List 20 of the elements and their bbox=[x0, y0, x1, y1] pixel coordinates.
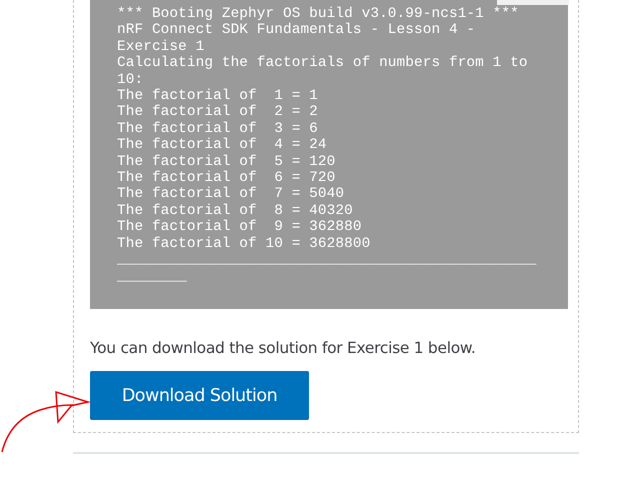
terminal-line: The factorial of 9 = 362880 bbox=[117, 219, 362, 236]
terminal-line: *** Booting Zephyr OS build v3.0.99-ncs1-1 *** bbox=[117, 6, 519, 22]
download-button[interactable]: Download Solution bbox=[90, 371, 309, 420]
instruction-text: You can download the solution for Exercise 1 below. bbox=[90, 339, 476, 357]
terminal-line: Calculating the factorials of numbers from 1 to bbox=[117, 55, 528, 72]
terminal-line: nRF Connect SDK Fundamentals - Lesson 4 - bbox=[117, 22, 476, 39]
terminal-line: The factorial of 1 = 1 bbox=[117, 88, 318, 104]
terminal-line: The factorial of 3 = 6 bbox=[117, 120, 318, 138]
terminal-line: The factorial of 6 = 720 bbox=[117, 170, 336, 186]
terminal-line: ________ bbox=[117, 268, 187, 285]
terminal-line: 10: bbox=[117, 72, 144, 88]
terminal-line: Exercise 1 bbox=[117, 38, 204, 56]
terminal-line: The factorial of 10 = 3628800 bbox=[117, 236, 370, 252]
terminal-line: The factorial of 7 = 5040 bbox=[117, 186, 344, 203]
terminal-line: The factorial of 8 = 40320 bbox=[117, 202, 353, 220]
terminal-line: The factorial of 5 = 120 bbox=[117, 154, 336, 170]
overlay-panel bbox=[497, 0, 569, 5]
terminal-line: The factorial of 2 = 2 bbox=[117, 104, 318, 121]
terminal-line: ________________________________________________ bbox=[117, 252, 536, 268]
terminal-line: The factorial of 4 = 24 bbox=[117, 137, 327, 154]
